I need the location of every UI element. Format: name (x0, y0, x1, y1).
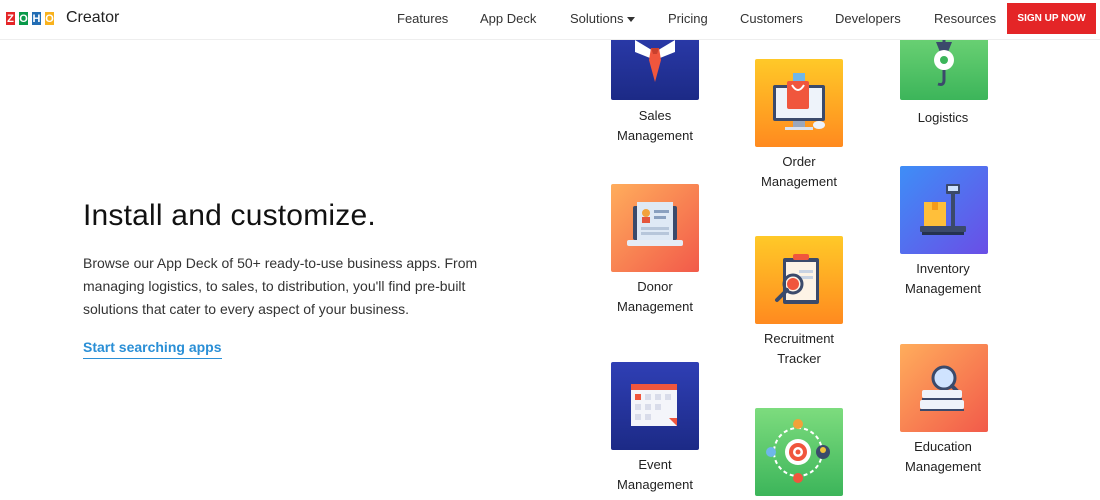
zoho-creator-logo[interactable]: Z O H O Creator (4, 9, 119, 27)
donor-management-label: Donor Management (595, 277, 715, 317)
donor-management-tile[interactable] (611, 184, 699, 272)
start-searching-apps-link[interactable]: Start searching apps (83, 339, 222, 359)
recruitment-tracker-tile[interactable] (755, 236, 843, 324)
app-label-line: Management (617, 299, 693, 314)
logo-letter: Z (4, 9, 17, 27)
target-people-icon (755, 408, 843, 496)
order-management-tile[interactable] (755, 59, 843, 147)
nav-developers[interactable]: Developers (835, 11, 901, 26)
books-magnifier-icon (900, 344, 988, 432)
nav-solutions[interactable]: Solutions (570, 11, 636, 26)
app-label-line: Inventory (916, 261, 970, 276)
app-label-line: Management (617, 477, 693, 492)
top-navigation-bar: Z O H O Creator Features App Deck Soluti… (0, 0, 1100, 40)
app-label-line: Donor (637, 279, 673, 294)
logistics-label: Logistics (883, 108, 1003, 128)
app-label-line: Event (638, 457, 672, 472)
hero-title: Install and customize. (83, 199, 376, 232)
sign-up-button[interactable]: SIGN UP NOW (1007, 3, 1096, 34)
inventory-management-tile[interactable] (900, 166, 988, 254)
logo-letter: O (43, 9, 56, 27)
app-label-line: Management (617, 128, 693, 143)
app-label-line: Recruitment (763, 331, 835, 346)
target-app-tile[interactable] (755, 408, 843, 496)
event-management-label: Event Management (595, 455, 715, 495)
product-name: Creator (66, 9, 120, 26)
app-label-line: Order (782, 154, 816, 169)
nav-features[interactable]: Features (397, 11, 448, 26)
weighing-scale-box-icon (900, 166, 988, 254)
chevron-down-icon (627, 17, 636, 23)
nav-customers[interactable]: Customers (740, 11, 803, 26)
education-management-label: Education Management (883, 437, 1003, 477)
order-management-label: Order Management (739, 152, 859, 192)
education-management-tile[interactable] (900, 344, 988, 432)
zoho-logo-mark: Z O H O (4, 9, 56, 27)
laptop-profile-icon (611, 184, 699, 272)
logo-letter: O (17, 9, 30, 27)
app-label-line: Tracker (777, 351, 821, 366)
nav-resources[interactable]: Resources (934, 11, 996, 26)
inventory-management-label: Inventory Management (883, 259, 1003, 299)
calendar-icon (611, 362, 699, 450)
event-management-tile[interactable] (611, 362, 699, 450)
app-label-line: Management (905, 459, 981, 474)
nav-app-deck[interactable]: App Deck (480, 11, 536, 26)
hero-description: Browse our App Deck of 50+ ready-to-use … (83, 255, 478, 317)
app-label-line: Education (914, 439, 972, 454)
app-label-line: Sales (638, 108, 672, 123)
app-label-line: Management (905, 281, 981, 296)
sales-management-label: Sales Management (595, 106, 715, 146)
recruitment-tracker-label: Recruitment Tracker (739, 329, 859, 369)
nav-solutions-label: Solutions (570, 11, 624, 26)
shopping-bag-monitor-icon (755, 59, 843, 147)
clipboard-search-icon (755, 236, 843, 324)
app-label-line: Logistics (917, 110, 969, 125)
app-label-line: Management (761, 174, 837, 189)
nav-pricing[interactable]: Pricing (668, 11, 708, 26)
logo-letter: H (30, 9, 43, 27)
